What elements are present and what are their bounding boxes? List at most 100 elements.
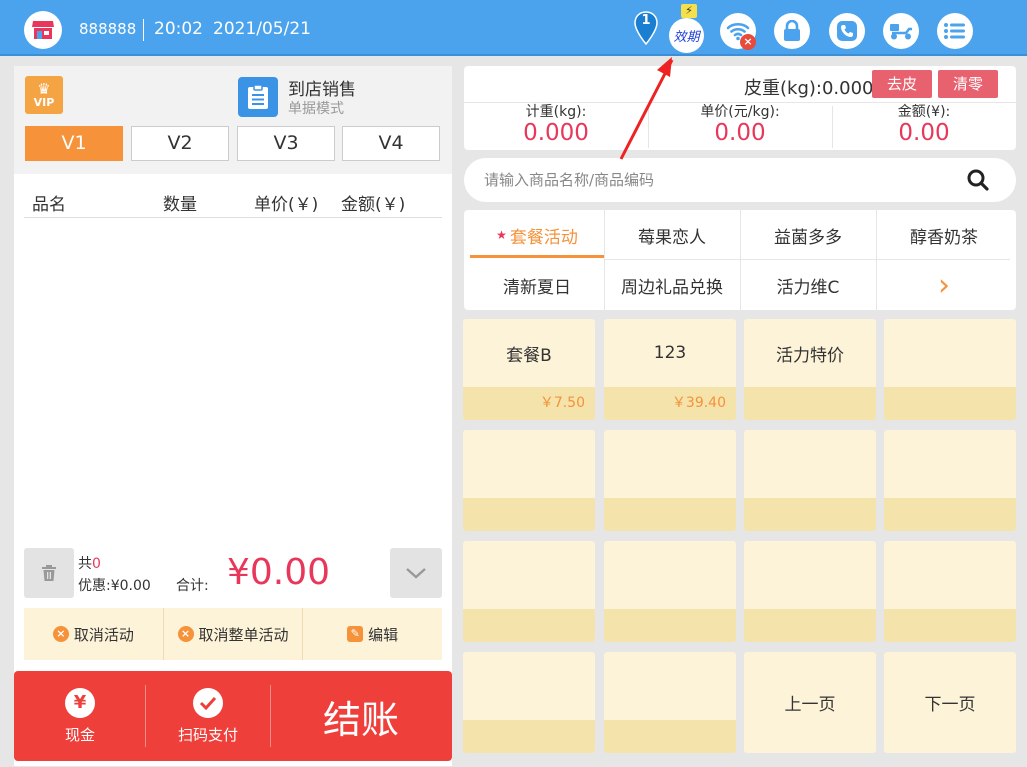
notification-count: 1 xyxy=(641,13,651,28)
top-bar: 888888 20:02 2021/05/21 1 ⚡ 效期 × xyxy=(0,0,1027,56)
category-tab-set-meal[interactable]: ★ 套餐活动 xyxy=(470,210,604,260)
cancel-circle-icon: × xyxy=(52,626,69,642)
weight-value: 0.000 xyxy=(523,120,589,146)
sales-mode-subtitle: 单据模式 xyxy=(288,101,344,117)
clear-order-button[interactable] xyxy=(24,548,74,598)
empty-product-slot xyxy=(884,319,1016,420)
total-label: 合计: xyxy=(176,578,209,594)
empty-price-strip xyxy=(463,498,595,531)
empty-price-strip xyxy=(884,387,1016,420)
clock-time: 20:02 xyxy=(154,19,203,39)
category-tab-gifts[interactable]: 周边礼品兑换 xyxy=(604,260,740,310)
cash-payment-button[interactable]: ¥ 现金 xyxy=(14,671,146,761)
discount-value: ¥0.00 xyxy=(110,578,151,594)
column-header-quantity: 数量 xyxy=(163,195,197,215)
tab-v1[interactable]: V1 xyxy=(25,126,123,161)
search-icon xyxy=(967,169,989,191)
amount-value: 0.00 xyxy=(898,120,950,146)
cancel-circle-icon: × xyxy=(177,626,194,642)
category-tab-berry[interactable]: 莓果恋人 xyxy=(604,210,740,260)
product-tile[interactable]: 套餐B ￥7.50 xyxy=(463,319,595,420)
chevron-down-icon xyxy=(406,568,426,579)
menu-list-icon[interactable] xyxy=(937,13,973,49)
category-label: 套餐活动 xyxy=(509,227,578,248)
column-header-amount: 金额(￥) xyxy=(341,195,406,215)
amount-readout: 金额(¥): 0.00 xyxy=(832,104,1016,150)
empty-product-slot xyxy=(744,430,876,531)
cancel-promotion-button[interactable]: × 取消活动 xyxy=(24,608,164,660)
total-value: ¥0.00 xyxy=(227,552,331,593)
phone-icon[interactable] xyxy=(829,13,865,49)
weight-readout: 计重(kg): 0.000 xyxy=(464,104,648,150)
vip-crown-icon[interactable]: ♛ VIP xyxy=(25,76,63,114)
product-price: ￥7.50 xyxy=(463,387,595,420)
cancel-order-promotion-button[interactable]: × 取消整单活动 xyxy=(164,608,304,660)
empty-price-strip xyxy=(744,498,876,531)
tab-v2[interactable]: V2 xyxy=(131,126,229,161)
category-tab-summer[interactable]: 清新夏日 xyxy=(470,260,604,310)
empty-price-strip xyxy=(604,720,736,753)
column-header-divider xyxy=(24,217,442,218)
checkout-button[interactable]: 结账 xyxy=(270,671,452,761)
clipboard-icon[interactable] xyxy=(238,77,278,117)
empty-price-strip xyxy=(463,609,595,642)
discount: 优惠:¥0.00 xyxy=(78,575,151,595)
sales-mode-title[interactable]: 到店销售 xyxy=(288,75,356,100)
product-name: 活力特价 xyxy=(776,345,844,366)
column-header-unit-price: 单价(￥) xyxy=(254,195,319,215)
category-row-divider xyxy=(604,259,1010,260)
empty-price-strip xyxy=(604,609,736,642)
validity-icon[interactable]: 效期 xyxy=(669,18,704,53)
tare-button[interactable]: 去皮 xyxy=(872,70,932,98)
more-categories-icon[interactable]: › xyxy=(876,260,1012,310)
store-icon[interactable] xyxy=(24,11,62,49)
lock-icon[interactable] xyxy=(774,13,810,49)
previous-page-button[interactable]: 上一页 xyxy=(744,652,876,753)
empty-product-slot xyxy=(604,652,736,753)
weight-label: 计重(kg): xyxy=(525,104,587,120)
unit-price-readout: 单价(元/kg): 0.00 xyxy=(648,104,832,150)
promotion-actions: × 取消活动 × 取消整单活动 ✎ 编辑 xyxy=(24,608,442,660)
empty-product-slot xyxy=(463,541,595,642)
search-input[interactable] xyxy=(484,158,954,202)
item-count: 共0 xyxy=(78,553,101,573)
scan-payment-button[interactable]: 扫码支付 xyxy=(146,671,270,761)
product-tile[interactable]: 123 ￥39.40 xyxy=(604,319,736,420)
next-page-button[interactable]: 下一页 xyxy=(884,652,1016,753)
order-panel: ♛ VIP 到店销售 单据模式 V1 V2 V3 V4 品名 数量 单价(￥) … xyxy=(14,66,452,766)
product-search xyxy=(464,158,1016,202)
empty-price-strip xyxy=(744,609,876,642)
empty-product-slot xyxy=(463,652,595,753)
edit-button[interactable]: ✎ 编辑 xyxy=(303,608,442,660)
item-count-prefix: 共 xyxy=(78,556,92,572)
empty-price-strip xyxy=(604,498,736,531)
edit-icon: ✎ xyxy=(347,626,364,642)
amount-label: 金额(¥): xyxy=(897,104,951,120)
scale-divider xyxy=(464,102,1016,103)
tab-v4[interactable]: V4 xyxy=(342,126,440,161)
vip-label: VIP xyxy=(33,95,55,109)
expand-button[interactable] xyxy=(390,548,442,598)
category-bar: ★ 套餐活动 莓果恋人 益菌多多 醇香奶茶 清新夏日 周边礼品兑换 活力维C › xyxy=(464,210,1016,310)
category-tab-milk-tea[interactable]: 醇香奶茶 xyxy=(876,210,1012,260)
header-divider xyxy=(143,19,144,41)
delivery-icon[interactable] xyxy=(883,13,919,49)
scan-payment-label: 扫码支付 xyxy=(177,725,238,744)
active-category-indicator xyxy=(470,255,604,258)
product-tile[interactable]: 活力特价 xyxy=(744,319,876,420)
category-divider xyxy=(876,210,877,310)
category-tab-probiotic[interactable]: 益菌多多 xyxy=(740,210,876,260)
empty-product-slot xyxy=(884,541,1016,642)
product-price xyxy=(744,387,876,420)
empty-product-slot xyxy=(463,430,595,531)
trash-icon xyxy=(42,565,56,581)
category-tab-vitamin-c[interactable]: 活力维C xyxy=(740,260,876,310)
search-button[interactable] xyxy=(962,166,994,194)
clock-date: 2021/05/21 xyxy=(213,19,311,39)
tab-v3[interactable]: V3 xyxy=(237,126,335,161)
zero-button[interactable]: 清零 xyxy=(938,70,998,98)
discount-label: 优惠: xyxy=(78,578,111,594)
product-name: 套餐B xyxy=(506,345,552,366)
order-panel-header: ♛ VIP 到店销售 单据模式 V1 V2 V3 V4 xyxy=(14,66,452,174)
scale-panel: 皮重(kg):0.000 去皮 清零 计重(kg): 0.000 单价(元/kg… xyxy=(464,66,1016,150)
